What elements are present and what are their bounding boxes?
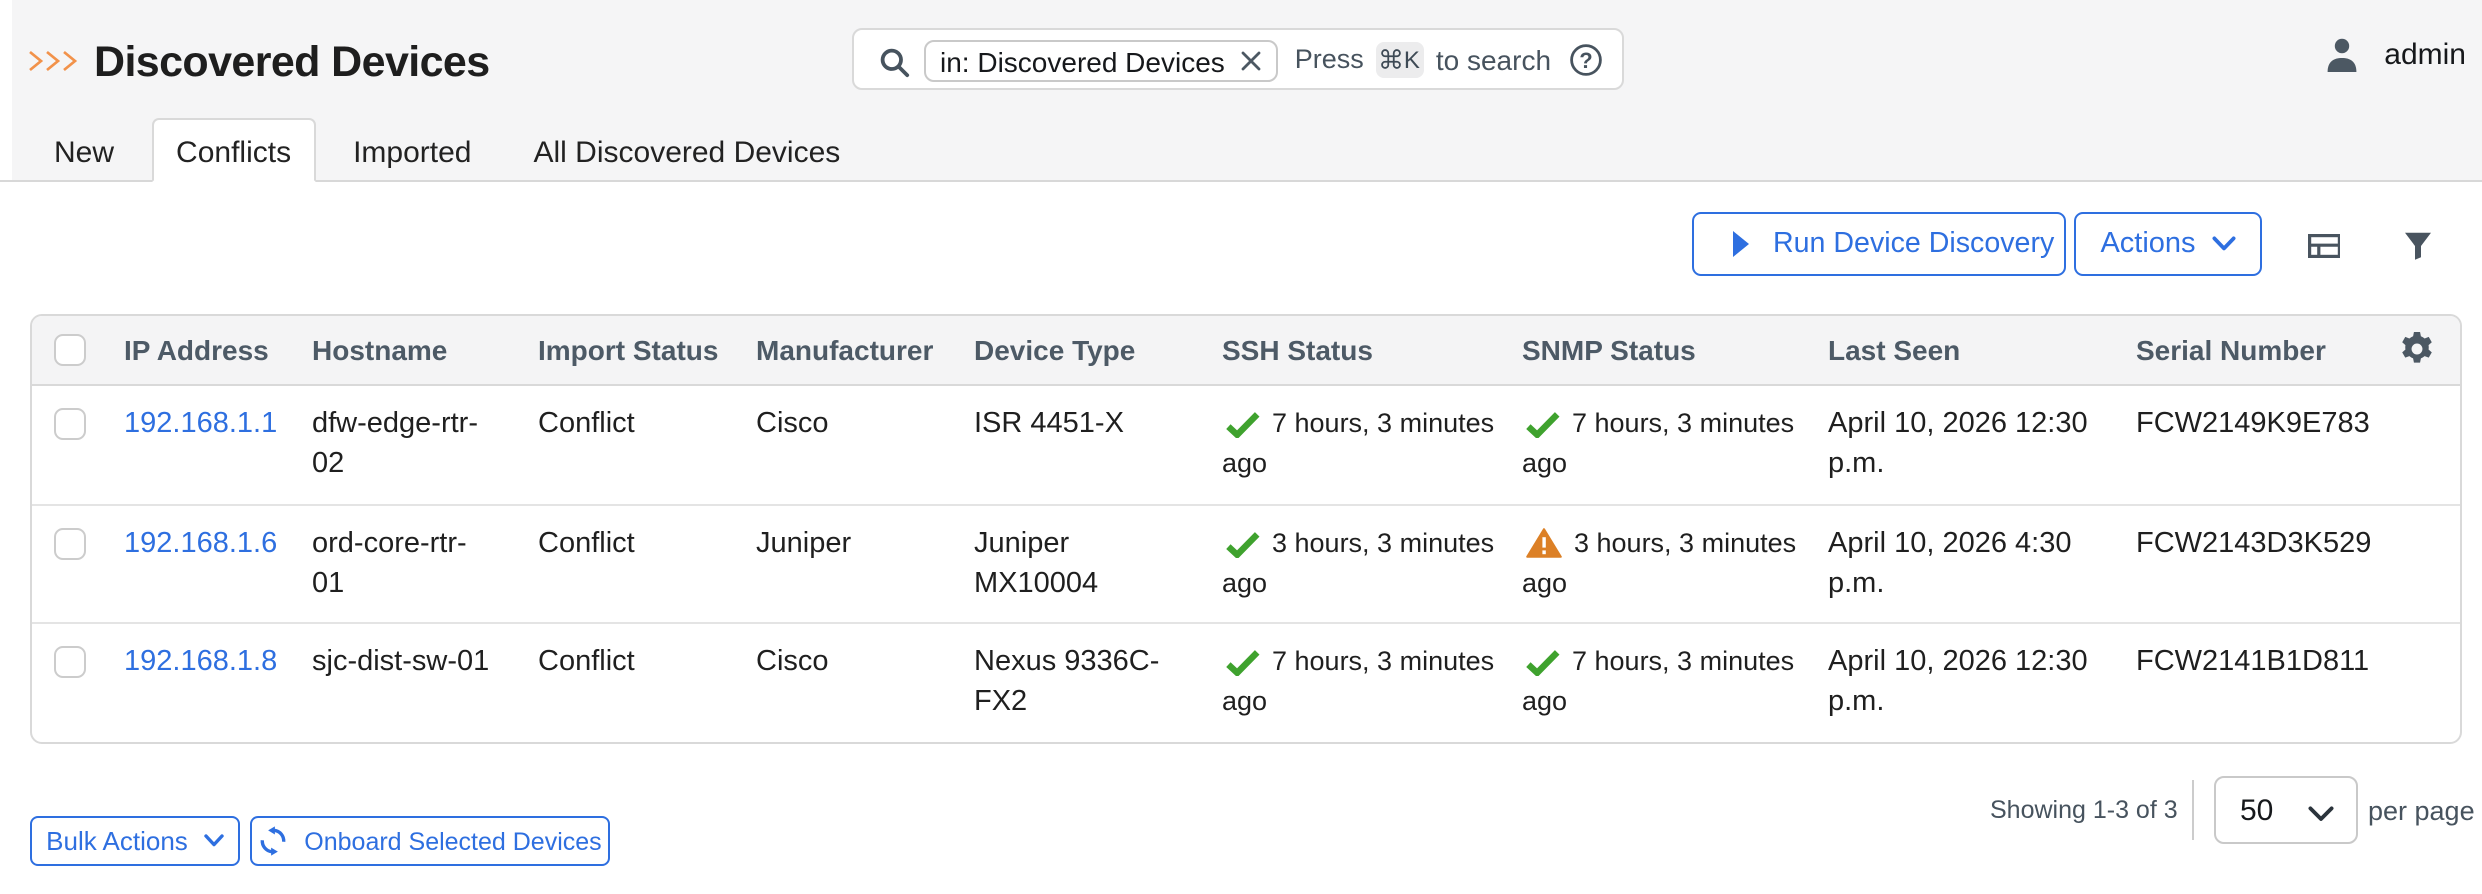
svg-text:?: ? [1579,48,1592,73]
